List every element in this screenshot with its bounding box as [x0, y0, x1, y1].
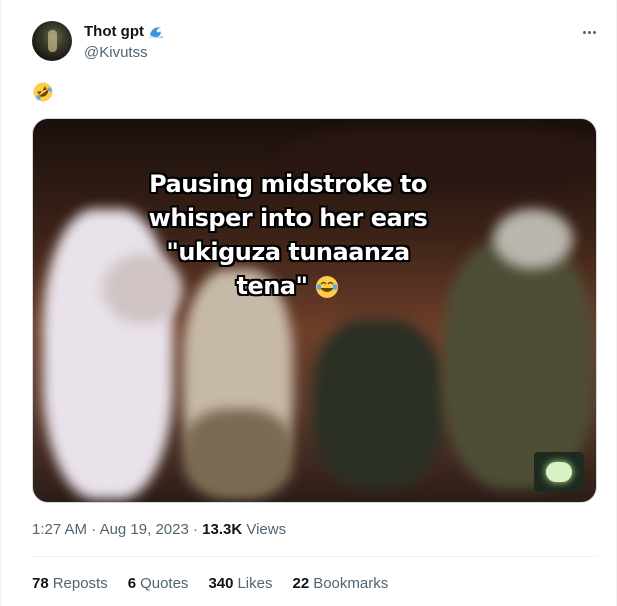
- meta-separator: ·: [192, 521, 198, 538]
- views-label: Views: [246, 521, 287, 538]
- reposts-label: Reposts: [52, 575, 108, 592]
- likes-count: 340: [208, 575, 234, 592]
- tears-of-joy-emoji: [315, 276, 338, 298]
- likes-label: Likes: [237, 575, 273, 592]
- caption-line: whisper into her ears: [148, 204, 428, 232]
- reposts-count: 78: [32, 575, 49, 592]
- caption-line-last: tena": [143, 269, 433, 303]
- quotes-link[interactable]: 6 Quotes: [128, 575, 189, 592]
- author-handle[interactable]: @Kivutss: [84, 44, 148, 61]
- caption-line: Pausing midstroke to: [149, 170, 427, 198]
- engagement-stats: 78 Reposts 6 Quotes 340 Likes 22 Bookmarks: [32, 575, 408, 592]
- water-wave-icon: [148, 26, 163, 38]
- channel-logo-icon: [534, 452, 584, 492]
- divider: [32, 556, 598, 557]
- author-display-name[interactable]: Thot gpt: [84, 23, 144, 40]
- tweet-date[interactable]: Aug 19, 2023: [100, 521, 189, 538]
- tweet-video[interactable]: Pausing midstroke to whisper into her ea…: [32, 118, 597, 503]
- bookmarks-count: 22: [292, 575, 310, 592]
- quotes-count: 6: [127, 575, 137, 592]
- more-options-icon[interactable]: [579, 22, 599, 42]
- views-count: 13.3K: [202, 521, 243, 538]
- caption-line: "ukiguza tunaanza: [166, 238, 410, 266]
- bookmarks-label: Bookmarks: [313, 575, 389, 592]
- author-avatar[interactable]: [32, 21, 72, 61]
- bookmarks-link[interactable]: 22 Bookmarks: [293, 575, 389, 592]
- author-name-row[interactable]: Thot gpt: [84, 23, 164, 40]
- likes-link[interactable]: 340 Likes: [208, 575, 272, 592]
- rolling-on-floor-laughing-emoji: [33, 82, 53, 102]
- quotes-label: Quotes: [140, 575, 189, 592]
- reposts-link[interactable]: 78 Reposts: [32, 575, 108, 592]
- caption-line: tena": [236, 272, 308, 300]
- video-caption: Pausing midstroke to whisper into her ea…: [143, 167, 433, 303]
- tweet-card: Thot gpt @Kivutss Pausing midstroke to w…: [0, 0, 617, 606]
- tweet-meta: 1:27 AM · Aug 19, 2023 · 13.3K Views: [32, 521, 286, 538]
- tweet-time[interactable]: 1:27 AM: [32, 521, 87, 538]
- meta-separator: ·: [91, 521, 97, 538]
